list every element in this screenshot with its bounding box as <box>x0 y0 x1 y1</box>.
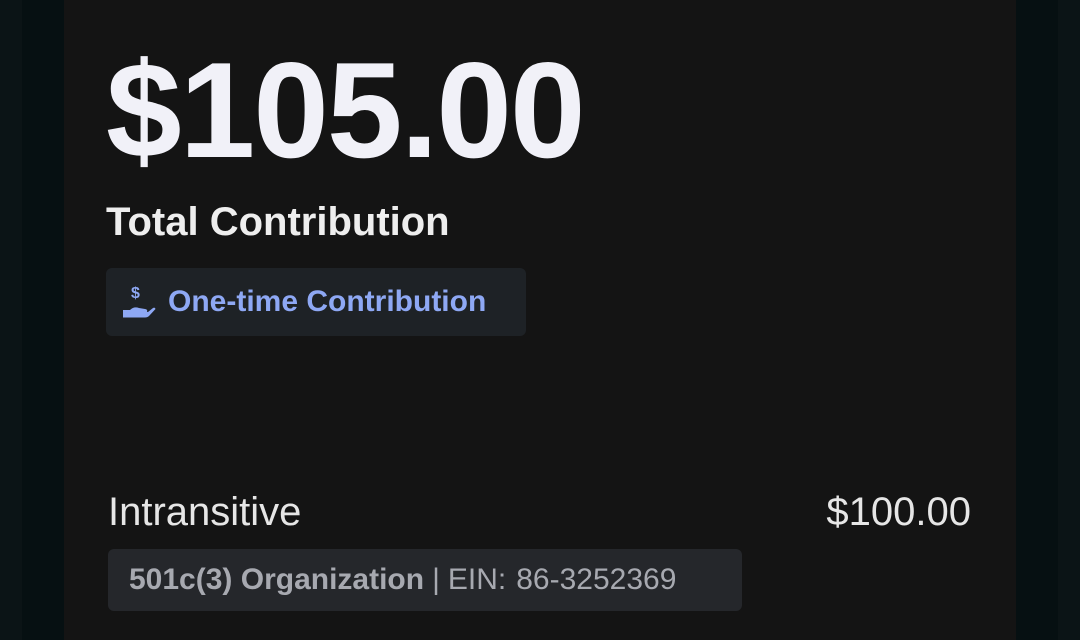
frequency-label: One-time Contribution <box>168 285 487 318</box>
svg-text:$: $ <box>131 285 140 302</box>
right-rail <box>1016 0 1058 640</box>
organization-type: 501c(3) Organization <box>129 563 425 596</box>
organization-info-badge: 501c(3) Organization | EIN: 86-3252369 <box>108 549 742 611</box>
frequency-chip[interactable]: $ One-time Contribution <box>106 268 526 336</box>
left-rail <box>22 0 64 640</box>
ein-value: 86-3252369 <box>516 563 677 596</box>
hand-dollar-icon: $ <box>120 282 156 322</box>
app-frame: $105.00 Total Contribution $ One-time Co… <box>0 0 1080 640</box>
organization-amount: $100.00 <box>826 490 971 534</box>
total-label: Total Contribution <box>106 200 450 244</box>
contribution-summary-card: $105.00 Total Contribution $ One-time Co… <box>64 0 1016 640</box>
organization-name: Intransitive <box>108 490 302 534</box>
total-amount: $105.00 <box>106 34 586 186</box>
separator: | <box>432 563 440 596</box>
ein-label: EIN: <box>447 563 507 596</box>
